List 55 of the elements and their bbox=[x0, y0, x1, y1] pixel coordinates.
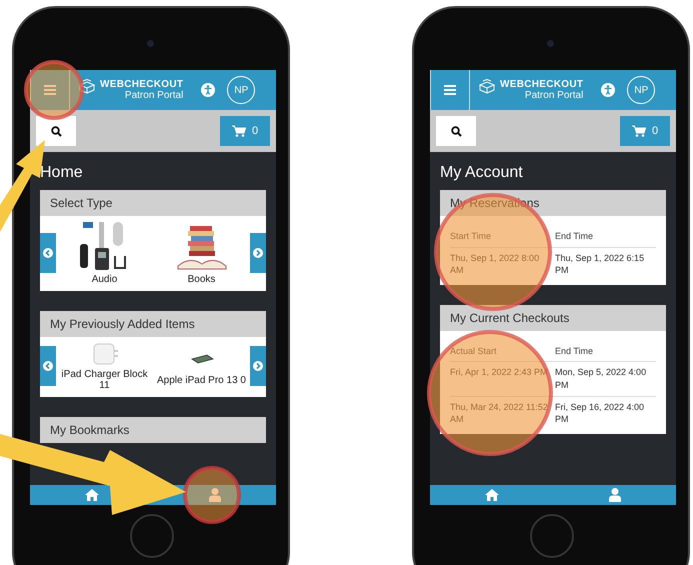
brand-name: WEBCHECKOUT bbox=[100, 79, 184, 90]
search-button[interactable] bbox=[436, 116, 476, 146]
brand-subtitle: Patron Portal bbox=[124, 90, 184, 101]
column-header: End Time bbox=[555, 230, 594, 243]
section-header: My Current Checkouts bbox=[440, 304, 666, 331]
search-icon bbox=[450, 126, 462, 136]
chevron-right-icon bbox=[253, 361, 263, 371]
table-cell-text: Thu, Sep 1, 2022 8:00 AM bbox=[450, 252, 540, 277]
item-label[interactable]: Books bbox=[188, 274, 216, 285]
menu-button[interactable] bbox=[430, 70, 470, 110]
search-button[interactable] bbox=[36, 116, 76, 146]
user-icon[interactable] bbox=[609, 488, 621, 502]
accessibility-icon[interactable] bbox=[601, 83, 616, 97]
menu-icon bbox=[444, 85, 456, 95]
section-header: My Bookmarks bbox=[40, 417, 266, 443]
item-label[interactable]: iPad Charger Block 11 bbox=[56, 369, 153, 391]
boxes-logo-icon bbox=[78, 79, 96, 95]
column-header: Start Time bbox=[450, 230, 492, 243]
user-icon[interactable] bbox=[209, 488, 221, 502]
table-cell-text: Thu, Sep 1, 2022 6:15 PM bbox=[555, 252, 646, 277]
table-cell-text: Mon, Sep 5, 2022 4:00 PM bbox=[555, 366, 648, 392]
cart-count: 0 bbox=[652, 125, 658, 137]
section-header: Select Type bbox=[40, 190, 266, 216]
next-button[interactable] bbox=[250, 346, 266, 386]
accessibility-icon[interactable] bbox=[201, 83, 216, 97]
table-cell-text: Thu, Mar 24, 2022 11:52 AM bbox=[450, 400, 549, 426]
section-header: My Previously Added Items bbox=[40, 311, 266, 337]
previous-button[interactable] bbox=[40, 232, 56, 272]
column-header: End Time bbox=[555, 344, 594, 358]
previous-button[interactable] bbox=[40, 346, 56, 386]
highlight-circle bbox=[24, 60, 84, 120]
next-button[interactable] bbox=[250, 232, 266, 272]
cart-count: 0 bbox=[252, 125, 258, 137]
cart-icon bbox=[632, 125, 646, 137]
chevron-left-icon bbox=[43, 248, 53, 258]
page-title: My Account bbox=[440, 164, 524, 182]
menu-icon bbox=[44, 85, 56, 95]
search-icon bbox=[50, 126, 62, 136]
brand-subtitle: Patron Portal bbox=[524, 90, 584, 101]
table-cell-text: Fri, Sep 16, 2022 4:00 PM bbox=[555, 400, 646, 426]
brand-name: WEBCHECKOUT bbox=[500, 79, 584, 90]
home-icon[interactable] bbox=[485, 489, 499, 501]
highlight-circle bbox=[183, 466, 241, 524]
camera-dot bbox=[547, 40, 554, 47]
page-title: Home bbox=[40, 164, 84, 182]
home-icon[interactable] bbox=[85, 489, 99, 501]
item-label[interactable]: Apple iPad Pro 13 0 bbox=[157, 374, 246, 386]
cart-icon bbox=[232, 125, 246, 137]
item-label[interactable]: Audio bbox=[92, 274, 118, 285]
chevron-left-icon bbox=[43, 361, 53, 371]
camera-dot bbox=[147, 40, 154, 47]
column-header: Actual Start bbox=[450, 344, 498, 358]
boxes-logo-icon bbox=[478, 79, 496, 95]
menu-button[interactable] bbox=[30, 70, 70, 110]
chevron-right-icon bbox=[253, 248, 263, 258]
